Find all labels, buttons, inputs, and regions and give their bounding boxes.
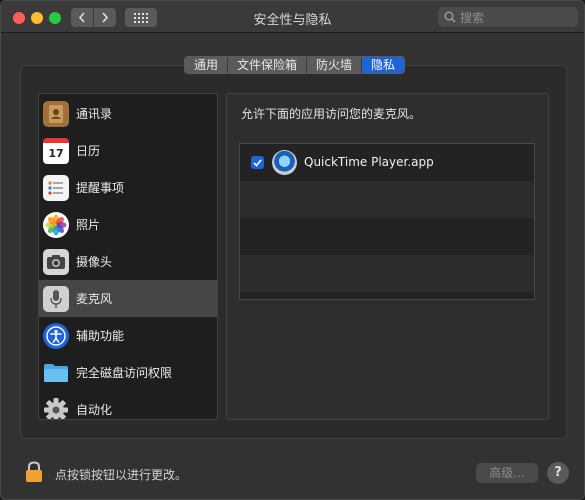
search-icon (444, 11, 456, 23)
empty-row (240, 218, 534, 255)
category-calendar[interactable]: 17 日历 (39, 132, 217, 169)
category-label: 麦克风 (76, 292, 113, 306)
tab-bar: 通用 文件保险箱 防火墙 隐私 (184, 56, 406, 74)
category-label: 完全磁盘访问权限 (76, 366, 173, 380)
privacy-category-list[interactable]: 通讯录 17 日历 提醒事项 照片 摄像头 麦克风 辅助功能 完全磁盘访问权限 … (38, 93, 218, 420)
tab-privacy[interactable]: 隐私 (362, 57, 405, 73)
category-contacts[interactable]: 通讯录 (39, 95, 217, 132)
access-prompt: 允许下面的应用访问您的麦克风。 (241, 107, 422, 121)
folder-icon (43, 360, 69, 386)
category-accessibility[interactable]: 辅助功能 (39, 317, 217, 354)
empty-row (240, 181, 534, 218)
title-bar: 安全性与隐私 搜索 (1, 1, 584, 33)
search-placeholder: 搜索 (460, 10, 485, 25)
category-label: 辅助功能 (76, 329, 125, 343)
checkmark-icon (253, 158, 262, 167)
category-label: 摄像头 (76, 255, 113, 269)
search-field[interactable]: 搜索 (438, 7, 578, 27)
category-label: 通讯录 (76, 107, 113, 121)
contacts-icon (43, 100, 69, 127)
category-label: 自动化 (76, 403, 113, 417)
category-label: 照片 (76, 218, 101, 232)
preferences-window: 安全性与隐私 搜索 通用 文件保险箱 防火墙 隐私 通讯录 17 日历 提醒事项… (0, 0, 585, 500)
app-access-checkbox[interactable] (251, 156, 264, 169)
calendar-icon: 17 (43, 137, 69, 164)
category-camera[interactable]: 摄像头 (39, 243, 217, 280)
category-photos[interactable]: 照片 (39, 206, 217, 243)
quicktime-icon (272, 150, 297, 175)
category-label: 提醒事项 (76, 181, 125, 195)
app-row-quicktime[interactable]: QuickTime Player.app (240, 144, 534, 181)
app-access-list[interactable]: QuickTime Player.app (239, 143, 535, 300)
category-full-disk-access[interactable]: 完全磁盘访问权限 (39, 354, 217, 391)
calendar-day: 17 (48, 146, 64, 160)
category-microphone[interactable]: 麦克风 (39, 280, 217, 317)
photos-icon (43, 211, 69, 238)
tab-general[interactable]: 通用 (185, 57, 229, 73)
tab-firewall[interactable]: 防火墙 (307, 57, 363, 73)
lock-icon[interactable] (24, 461, 44, 483)
tab-filevault[interactable]: 文件保险箱 (228, 57, 308, 73)
empty-row (240, 255, 534, 292)
category-automation[interactable]: 自动化 (39, 391, 217, 419)
microphone-icon (43, 285, 69, 312)
advanced-button[interactable]: 高级... (476, 463, 538, 483)
gear-icon (43, 397, 69, 419)
accessibility-icon (43, 322, 69, 349)
category-label: 日历 (76, 144, 101, 158)
help-button[interactable]: ? (547, 462, 569, 484)
camera-icon (43, 248, 69, 275)
app-name: QuickTime Player.app (304, 155, 434, 169)
category-reminders[interactable]: 提醒事项 (39, 169, 217, 206)
reminders-icon (43, 174, 69, 201)
lock-hint: 点按锁按钮以进行更改。 (55, 468, 188, 482)
